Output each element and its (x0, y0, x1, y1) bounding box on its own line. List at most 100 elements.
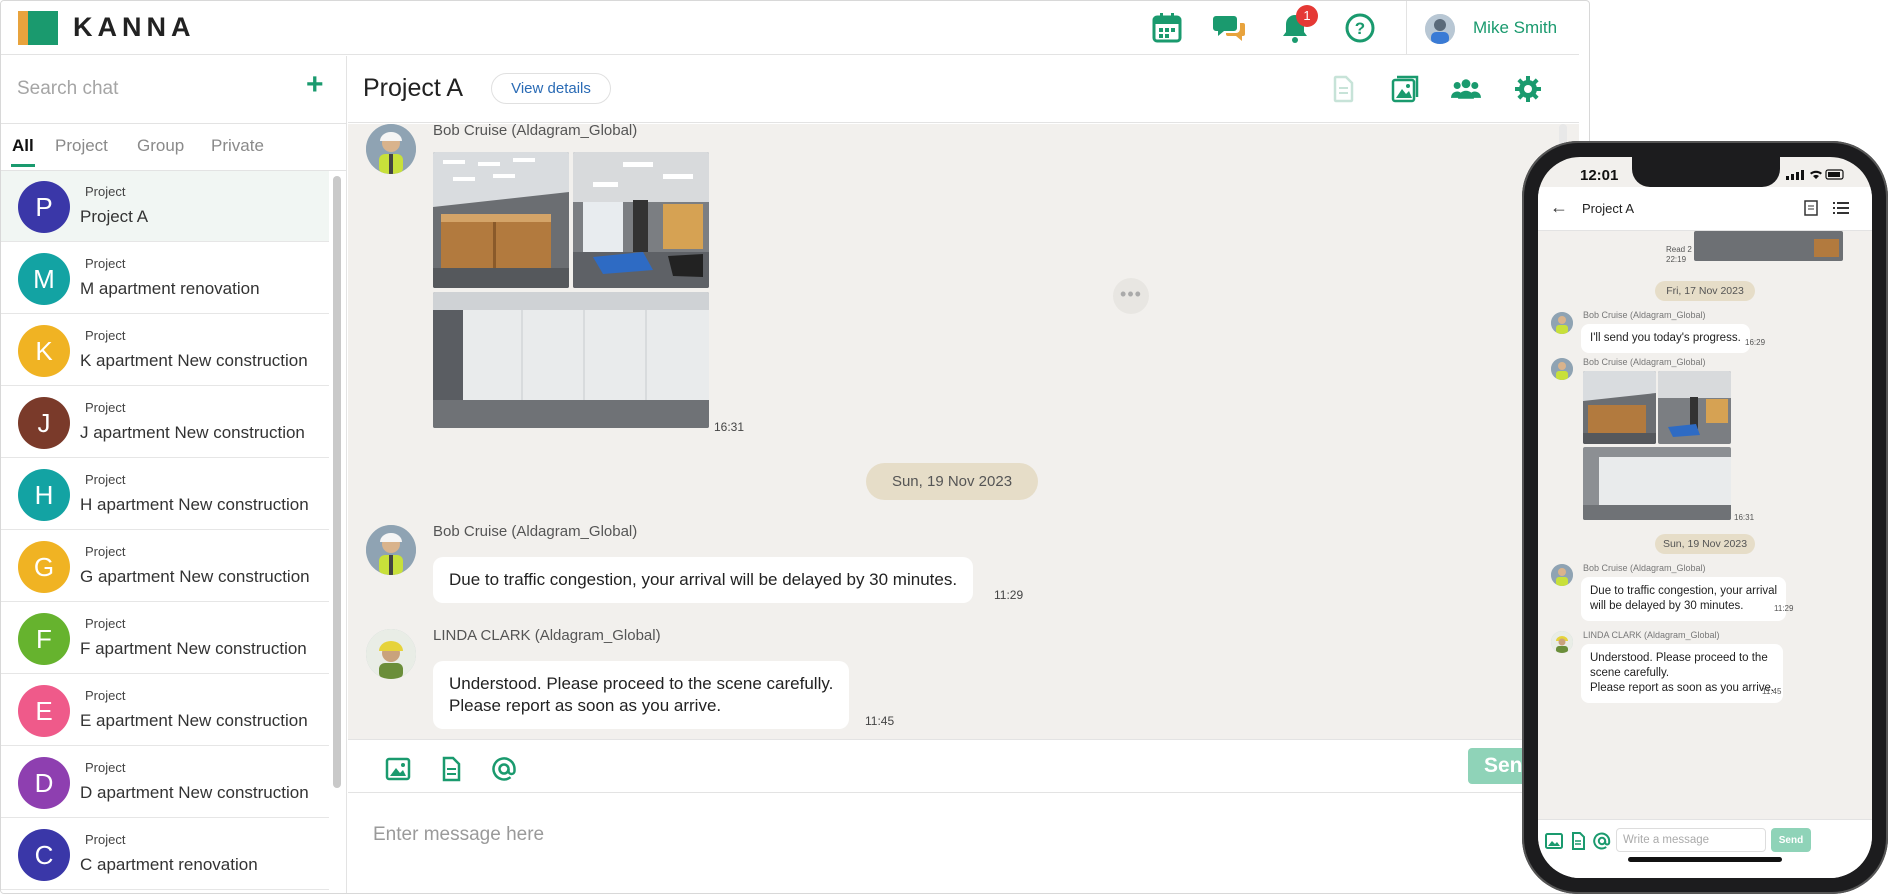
mention-icon[interactable] (1592, 831, 1612, 851)
sender-avatar[interactable] (1551, 312, 1573, 334)
message-bubble[interactable]: Understood. Please proceed to the scene … (433, 661, 850, 729)
worker-avatar-icon (366, 124, 416, 174)
message-time: 11:45 (865, 714, 895, 728)
chat-list-item[interactable]: F Project F apartment New construction (1, 603, 329, 674)
sidebar-scrollbar[interactable] (333, 176, 341, 788)
floor-photo-icon (1694, 231, 1843, 261)
more-options-icon[interactable]: ••• (1113, 278, 1149, 314)
search-divider (1, 123, 347, 124)
attached-photo[interactable] (1583, 371, 1656, 444)
chat-avatar: H (18, 469, 70, 521)
phone-send-button[interactable]: Send (1771, 828, 1811, 852)
search-chat-input[interactable] (17, 74, 277, 104)
message-text: I'll send you today's progress. (1590, 332, 1741, 344)
sender-avatar[interactable] (366, 629, 416, 679)
chat-type-label: Project (85, 328, 126, 343)
read-status: Read 2 (1666, 245, 1692, 254)
chat-list-item[interactable]: D Project D apartment New construction (1, 747, 329, 818)
chat-avatar: J (18, 397, 70, 449)
phone-message-input[interactable] (1616, 828, 1766, 852)
phone-notch (1632, 157, 1780, 187)
message-text-line: Please report as soon as you arrive. (1590, 682, 1775, 694)
document-icon[interactable] (1802, 199, 1820, 217)
message-text-line: will be delayed by 30 minutes. (1590, 600, 1744, 612)
chat-avatar: D (18, 757, 70, 809)
file-icon[interactable] (437, 755, 465, 783)
sender-avatar[interactable] (1551, 564, 1573, 586)
chat-list-item[interactable]: G Project G apartment New construction (1, 531, 329, 602)
user-avatar-image-icon (1425, 14, 1455, 44)
top-bar: KANNA 1 ? Mike Smith (1, 1, 1579, 55)
back-arrow-icon[interactable]: ← (1550, 197, 1568, 218)
chat-list-item[interactable]: J Project J apartment New construction (1, 387, 329, 458)
chat-list-item[interactable]: M Project M apartment renovation (1, 243, 329, 314)
image-icon[interactable] (1544, 831, 1564, 851)
attached-photo[interactable] (1694, 231, 1843, 261)
chat-type-label: Project (85, 616, 126, 631)
message-thread[interactable]: Bob Cruise (Aldagram_Global) 16:31 ••• S… (348, 124, 1579, 739)
status-icons-icon (1786, 169, 1844, 180)
file-icon[interactable] (1568, 831, 1588, 851)
message-text-line: scene carefully. (1590, 667, 1670, 679)
chat-list-item[interactable]: P Project Project A (1, 171, 329, 242)
sender-avatar[interactable] (366, 124, 416, 174)
chat-type-label: Project (85, 688, 126, 703)
list-icon[interactable] (1832, 199, 1850, 217)
chat-list-item[interactable]: K Project K apartment New construction (1, 315, 329, 386)
mention-icon[interactable] (490, 755, 518, 783)
phone-chat-title: Project A (1582, 201, 1635, 216)
members-icon[interactable] (1451, 74, 1481, 104)
image-icon[interactable] (384, 755, 412, 783)
message-bubble[interactable]: Due to traffic congestion, your arrival … (433, 557, 974, 603)
chat-type-label: Project (85, 760, 126, 775)
attached-photo[interactable] (433, 292, 709, 428)
chat-list-item[interactable]: E Project E apartment New construction (1, 675, 329, 746)
attached-photo[interactable] (573, 152, 709, 288)
calendar-icon[interactable] (1150, 11, 1184, 45)
new-chat-plus-icon[interactable]: + (306, 70, 324, 100)
message-bubble[interactable]: Understood. Please proceed to the scene … (1581, 644, 1784, 703)
chat-name: Project A (80, 207, 149, 226)
chat-avatar: G (18, 541, 70, 593)
read-time: 22:19 (1666, 255, 1687, 264)
help-icon[interactable]: ? (1343, 11, 1377, 45)
user-avatar[interactable] (1425, 14, 1455, 44)
message-sender: LINDA CLARK (Aldagram_Global) (433, 627, 661, 644)
message-input[interactable] (373, 820, 1273, 850)
chat-title: Project A (363, 74, 464, 102)
worker-avatar-icon (1551, 312, 1573, 334)
chat-name: K apartment New construction (80, 351, 308, 370)
chat-list-item[interactable]: H Project H apartment New construction (1, 459, 329, 530)
tab-project[interactable]: Project (55, 136, 108, 156)
gallery-icon[interactable] (1390, 74, 1420, 104)
logo-text: KANNA (73, 12, 196, 42)
message-composer: Send (348, 739, 1579, 893)
chat-avatar: C (18, 829, 70, 881)
chat-name: C apartment renovation (80, 855, 258, 874)
office-photo-3-icon (433, 292, 709, 428)
tab-all[interactable]: All (12, 136, 34, 156)
attached-photo[interactable] (1583, 447, 1731, 520)
attached-photo[interactable] (1658, 371, 1731, 444)
document-icon[interactable] (1328, 74, 1358, 104)
attached-photo[interactable] (433, 152, 569, 288)
chat-name: H apartment New construction (80, 495, 309, 514)
sender-avatar[interactable] (366, 525, 416, 575)
view-details-button[interactable]: View details (491, 73, 611, 104)
worker-avatar-icon (1551, 564, 1573, 586)
tab-group[interactable]: Group (137, 136, 184, 156)
sender-avatar[interactable] (1551, 631, 1573, 653)
message-bubble[interactable]: Due to traffic congestion, your arrival … (1581, 577, 1787, 621)
message-bubble[interactable]: I'll send you today's progress. (1581, 324, 1750, 353)
chat-list-item[interactable]: C Project C apartment renovation (1, 819, 329, 890)
chat-type-label: Project (85, 400, 126, 415)
chat-bubbles-icon[interactable] (1213, 11, 1247, 45)
chat-avatar: E (18, 685, 70, 737)
chat-type-label: Project (85, 544, 126, 559)
message-sender: Bob Cruise (Aldagram_Global) (1583, 310, 1706, 320)
user-name[interactable]: Mike Smith (1473, 18, 1557, 38)
settings-icon[interactable] (1513, 74, 1543, 104)
chat-avatar: P (18, 181, 70, 233)
tab-private[interactable]: Private (211, 136, 264, 156)
sender-avatar[interactable] (1551, 358, 1573, 380)
